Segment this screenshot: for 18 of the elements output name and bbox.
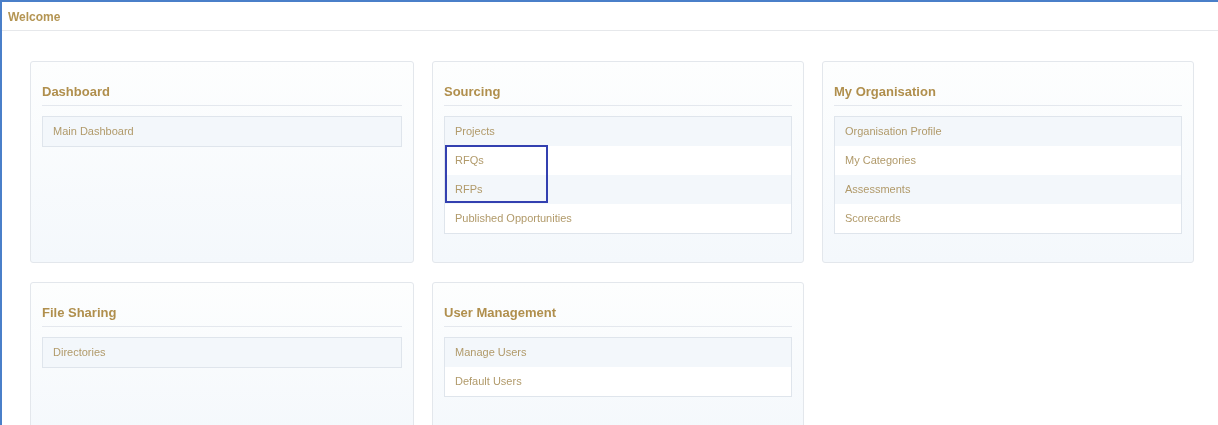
menu-link[interactable]: My Categories — [835, 146, 1181, 175]
menu-link[interactable]: Main Dashboard — [43, 117, 401, 146]
panel-title: Sourcing — [444, 84, 792, 106]
panel-title: Dashboard — [42, 84, 402, 106]
page-title: Welcome — [2, 2, 1218, 31]
panel-title: File Sharing — [42, 305, 402, 327]
menu-link[interactable]: RFQs — [445, 146, 791, 175]
menu-link[interactable]: Default Users — [445, 367, 791, 396]
menu-link[interactable]: Assessments — [835, 175, 1181, 204]
menu-link[interactable]: Published Opportunities — [445, 204, 791, 233]
menu-link[interactable]: Organisation Profile — [835, 117, 1181, 146]
panel-title: User Management — [444, 305, 792, 327]
menu-link[interactable]: Projects — [445, 117, 791, 146]
menu-link[interactable]: Scorecards — [835, 204, 1181, 233]
panel-title: My Organisation — [834, 84, 1182, 106]
menu-link[interactable]: Manage Users — [445, 338, 791, 367]
menu-link[interactable]: Directories — [43, 338, 401, 367]
menu-link[interactable]: RFPs — [445, 175, 791, 204]
